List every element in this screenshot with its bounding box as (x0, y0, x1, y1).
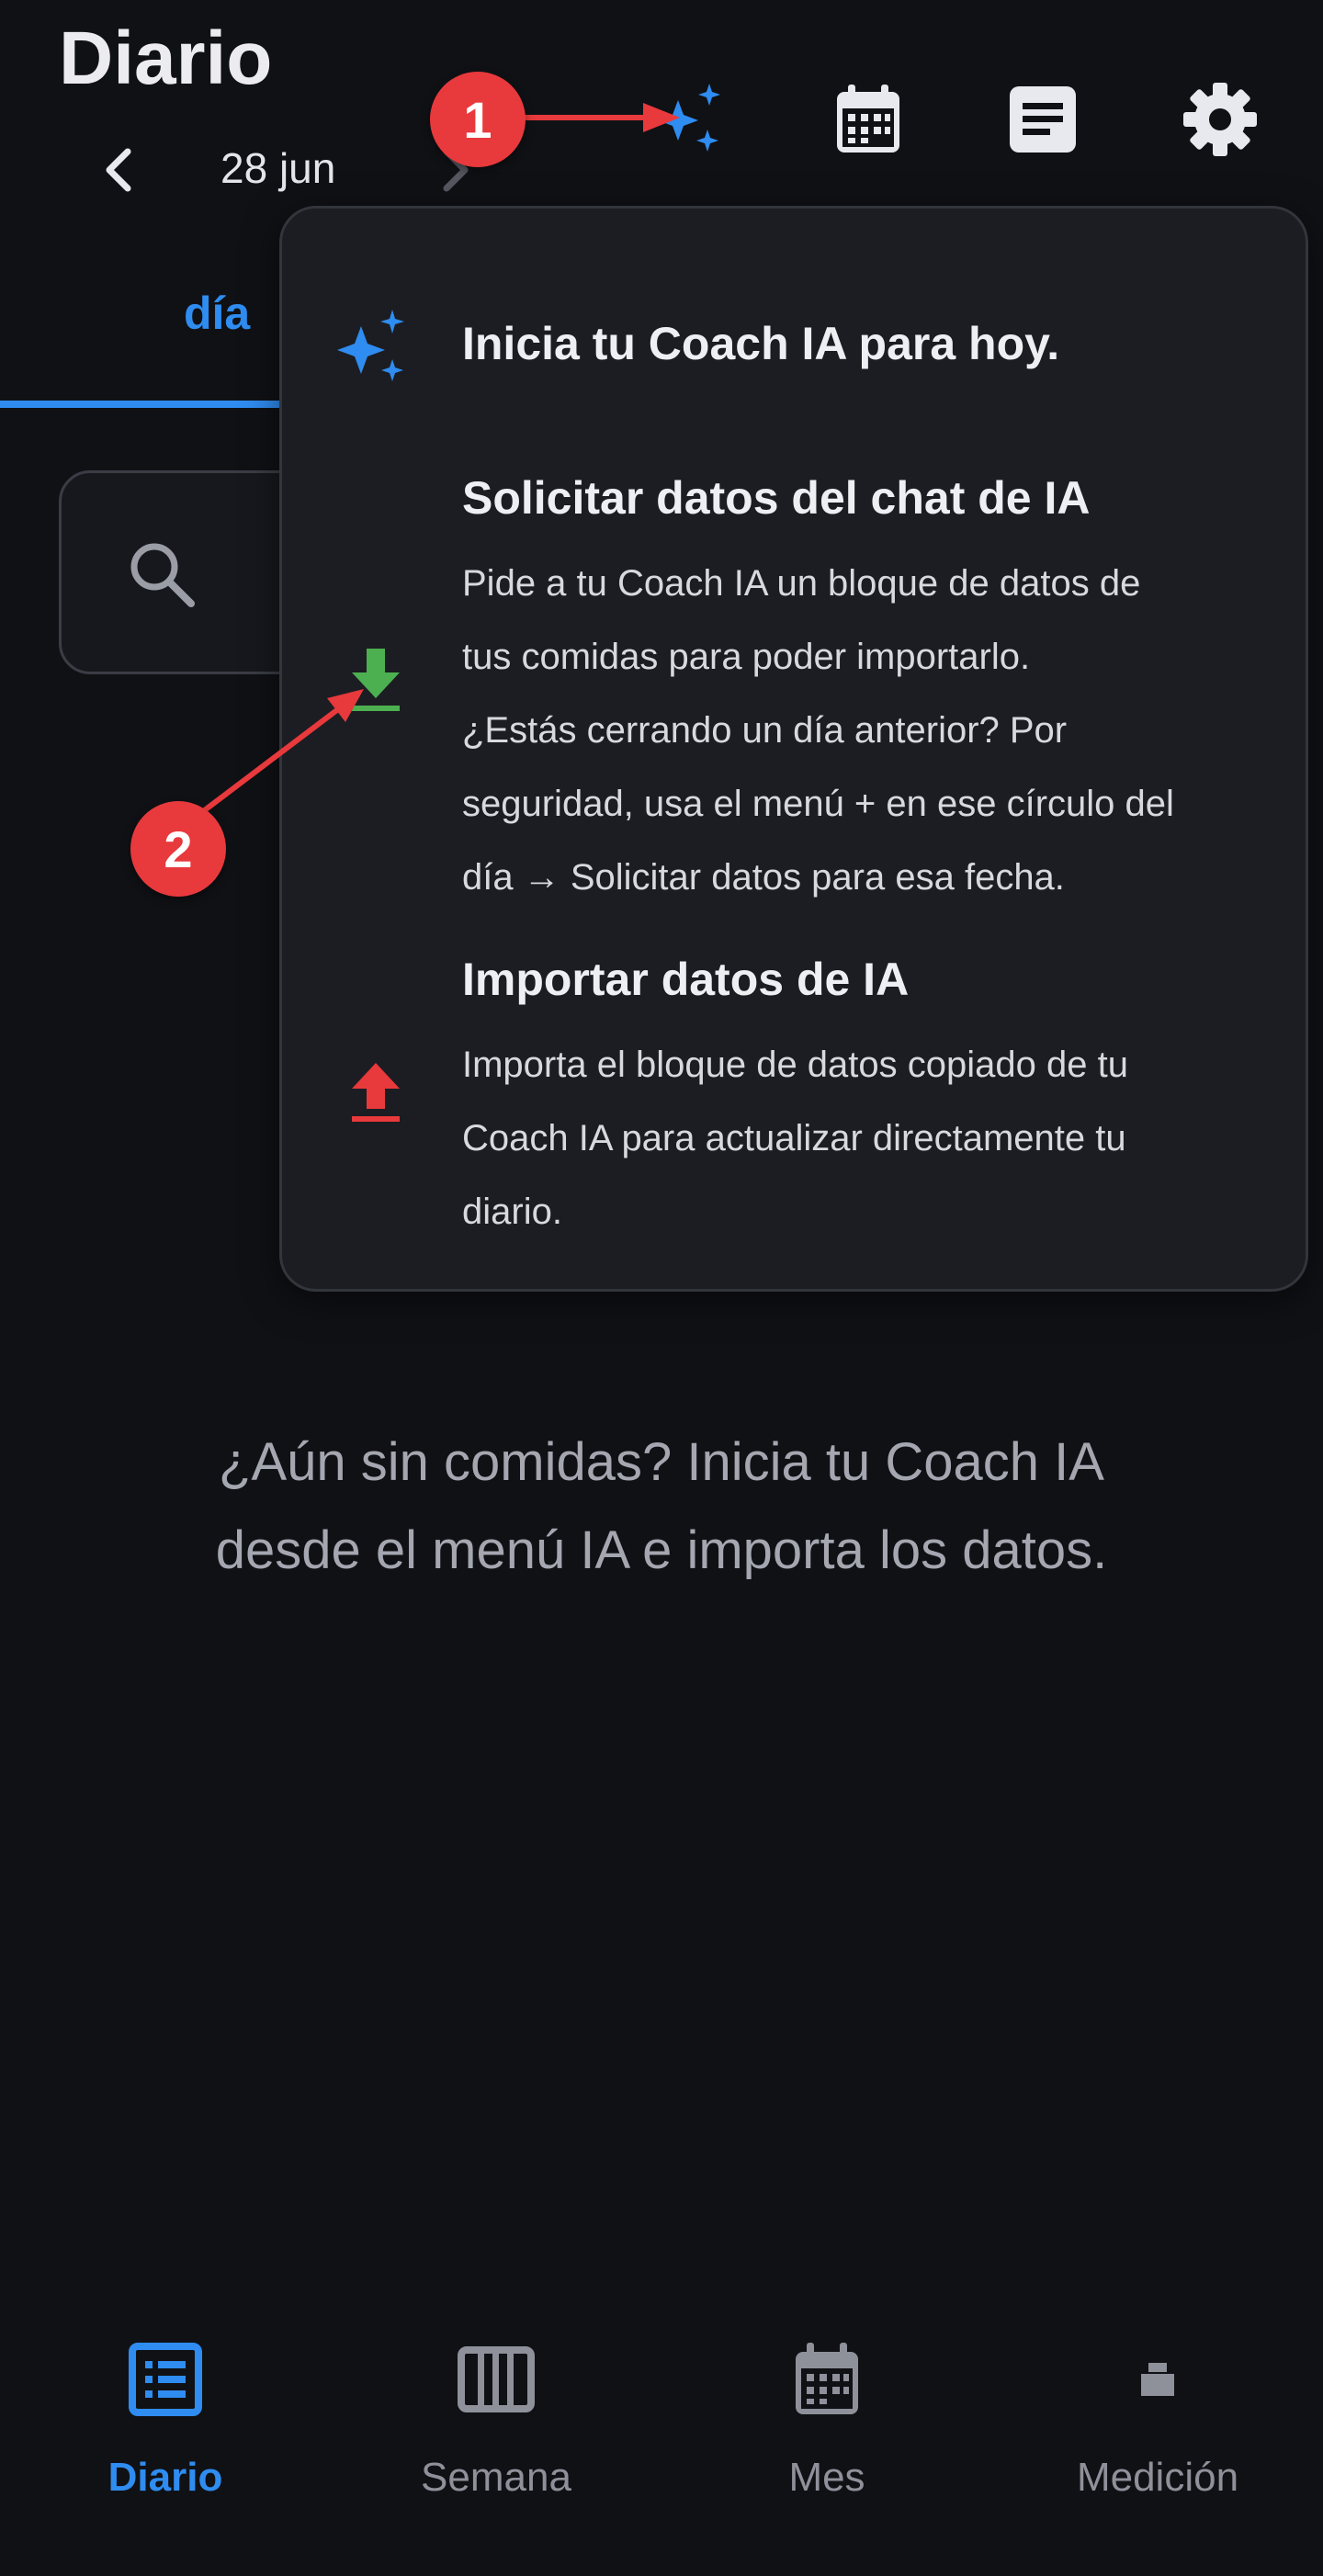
nav-label: Semana (421, 2455, 571, 2500)
sparkle-icon (330, 302, 418, 390)
current-date[interactable]: 28 jun (220, 138, 335, 198)
chevron-left-icon (106, 148, 131, 192)
gear-icon (1183, 83, 1257, 156)
empty-state-line: desde el menú IA e importa los datos. (215, 1520, 1108, 1580)
description-line: Importa el bloque de datos copiado de tu (462, 1045, 1128, 1085)
sparkle-icon (658, 84, 720, 152)
settings-button[interactable] (1174, 73, 1266, 165)
empty-state-line: ¿Aún sin comidas? Inicia tu Coach IA (219, 1432, 1104, 1492)
nav-item-medicion[interactable]: Medición (992, 2333, 1323, 2501)
ai-coach-button[interactable] (648, 73, 740, 165)
empty-state-message: ¿Aún sin comidas? Inicia tu Coach IA des… (110, 1418, 1213, 1595)
start-coach-menu-item[interactable]: Inicia tu Coach IA para hoy. (462, 311, 1059, 376)
search-icon (125, 537, 198, 611)
measurement-icon (992, 2333, 1323, 2425)
upload-icon (346, 1057, 405, 1131)
previous-day-button[interactable] (96, 142, 142, 198)
notes-icon (1010, 86, 1076, 153)
description-line: tus comidas para poder importarlo. (462, 637, 1031, 677)
tab-day[interactable]: día (184, 287, 250, 340)
page-title: Diario (59, 17, 273, 100)
description-line: ¿Estás cerrando un día anterior? Por (462, 710, 1068, 751)
nav-label: Medición (1076, 2455, 1239, 2500)
week-columns-icon (331, 2333, 662, 2425)
nav-item-diario[interactable]: Diario (0, 2333, 331, 2501)
annotation-badge-1: 1 (430, 72, 526, 167)
nav-label: Diario (107, 2455, 223, 2500)
description-line: Coach IA para actualizar directamente tu (462, 1118, 1126, 1158)
download-icon (346, 645, 405, 718)
description-line: Pide a tu Coach IA un bloque de datos de (462, 563, 1141, 604)
description-line: día → Solicitar datos para esa fecha. (462, 857, 1065, 898)
tab-indicator (0, 401, 294, 408)
request-data-menu-item[interactable]: Solicitar datos del chat de IA (462, 466, 1091, 530)
annotation-badge-2: 2 (130, 801, 226, 897)
calendar-icon (837, 85, 899, 153)
request-data-description: Pide a tu Coach IA un bloque de datos de… (462, 547, 1243, 914)
description-line: seguridad, usa el menú + en ese círculo … (462, 784, 1174, 824)
nav-item-mes[interactable]: Mes (662, 2333, 992, 2501)
bottom-navigation: Diario Semana Mes Medición (0, 2297, 1323, 2576)
description-line: diario. (462, 1192, 562, 1232)
nav-item-semana[interactable]: Semana (331, 2333, 662, 2501)
import-data-description: Importa el bloque de datos copiado de tu… (462, 1028, 1243, 1248)
calendar-month-icon (662, 2333, 992, 2425)
notes-button[interactable] (997, 73, 1089, 165)
ai-coach-menu: Inicia tu Coach IA para hoy. Solicitar d… (279, 206, 1308, 1292)
calendar-button[interactable] (822, 73, 914, 165)
nav-label: Mes (788, 2455, 865, 2500)
list-icon (0, 2333, 331, 2425)
import-data-menu-item[interactable]: Importar datos de IA (462, 947, 909, 1011)
